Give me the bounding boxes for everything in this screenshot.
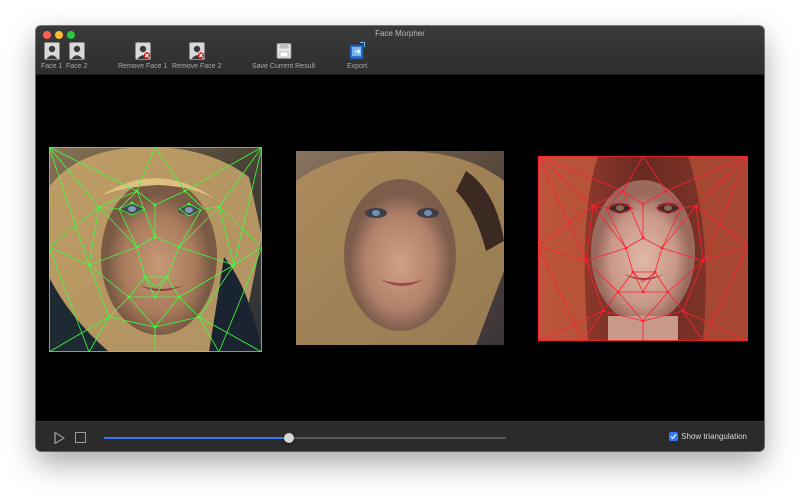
save-current-result-button[interactable]: Save Current Result: [252, 42, 315, 70]
morph-canvas: [36, 75, 764, 421]
face1-image[interactable]: [49, 147, 262, 352]
playback-bar: Show triangulation: [36, 421, 764, 451]
remove-portrait-icon: [188, 42, 205, 60]
titlebar: Face Morpher Face 1 Face 2 Remove Face 1…: [36, 26, 764, 75]
remove-face1-button[interactable]: Remove Face 1: [118, 42, 167, 70]
remove-face1-label: Remove Face 1: [118, 63, 168, 70]
portrait-icon: [43, 42, 60, 60]
show-triangulation-toggle[interactable]: Show triangulation: [669, 432, 747, 441]
remove-portrait-icon: [134, 42, 151, 60]
morph-slider-thumb[interactable]: [283, 433, 294, 443]
portrait-icon: [68, 42, 85, 60]
face1-label: Face 1: [41, 63, 63, 70]
export-icon: [349, 42, 366, 60]
remove-face2-label: Remove Face 2: [172, 63, 222, 70]
show-triangulation-checkbox[interactable]: [669, 432, 679, 441]
play-icon[interactable]: [52, 431, 66, 445]
show-triangulation-label: Show triangulation: [681, 432, 747, 441]
save-current-result-label: Save Current Result: [252, 63, 316, 70]
save-disk-icon: [276, 42, 292, 60]
morph-result-image: [296, 151, 504, 345]
morph-slider-fill: [104, 437, 289, 439]
face2-button[interactable]: Face 2: [66, 42, 87, 70]
stop-button[interactable]: [75, 432, 86, 443]
morph-slider[interactable]: [104, 433, 506, 443]
export-label: Export: [347, 63, 368, 70]
face2-image[interactable]: [538, 156, 748, 341]
app-window: Face Morpher Face 1 Face 2 Remove Face 1…: [36, 26, 764, 451]
window-title: Face Morpher: [375, 29, 425, 38]
remove-face2-button[interactable]: Remove Face 2: [172, 42, 221, 70]
face1-triangulation-mesh: [49, 147, 262, 352]
face2-label: Face 2: [66, 63, 88, 70]
face2-triangulation-mesh: [538, 156, 748, 341]
checkmark-icon: [670, 434, 677, 440]
face1-button[interactable]: Face 1: [41, 42, 62, 70]
morph-result-photo: [296, 151, 504, 345]
export-button[interactable]: Export: [347, 42, 367, 70]
